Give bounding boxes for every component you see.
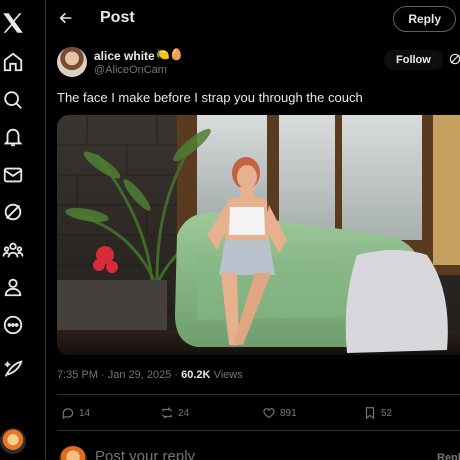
messages-icon[interactable] xyxy=(0,162,26,188)
notifications-icon[interactable] xyxy=(0,124,26,150)
views-label: Views xyxy=(213,369,243,381)
home-icon[interactable] xyxy=(0,49,26,75)
post-text: The face I make before I strap you throu… xyxy=(57,90,363,105)
repost-icon xyxy=(161,407,173,419)
author-handle[interactable]: @AliceOnCam xyxy=(94,64,167,76)
left-sidebar xyxy=(0,0,46,460)
author-name[interactable]: alice white xyxy=(94,49,155,63)
divider xyxy=(57,430,460,431)
meta-separator: · xyxy=(171,369,182,381)
bookmark-count: 52 xyxy=(381,407,393,419)
post-compose-icon[interactable] xyxy=(0,356,26,382)
heart-icon xyxy=(263,408,275,419)
explore-icon[interactable] xyxy=(0,87,26,113)
more-icon[interactable] xyxy=(0,312,26,338)
profile-icon[interactable] xyxy=(0,274,26,300)
composer-avatar xyxy=(59,446,87,460)
account-avatar[interactable] xyxy=(0,428,26,454)
post-meta: 7:35 PM · Jan 29, 2025 · 60.2K Views xyxy=(57,369,243,381)
post-header: Post Reply xyxy=(46,0,460,38)
author-avatar[interactable] xyxy=(57,47,87,77)
post-timestamp[interactable]: 7:35 PM · Jan 29, 2025 xyxy=(57,369,171,381)
like-action[interactable]: 891 xyxy=(262,404,297,422)
reply-icon xyxy=(62,408,74,420)
page-title: Post xyxy=(100,9,135,26)
repost-action[interactable]: 24 xyxy=(160,404,189,422)
like-count: 891 xyxy=(280,407,297,419)
grok-icon[interactable] xyxy=(0,199,26,225)
divider xyxy=(57,394,460,395)
reply-header-button[interactable]: Reply xyxy=(393,6,456,32)
reply-submit-button[interactable]: Reply xyxy=(437,452,460,460)
communities-icon[interactable] xyxy=(0,237,26,263)
back-arrow-icon[interactable] xyxy=(56,8,76,28)
reply-input[interactable]: Post your reply xyxy=(95,448,195,460)
author-emoji: 🍋🥚 xyxy=(156,49,184,61)
post-media-image[interactable] xyxy=(57,115,460,355)
reply-action[interactable]: 14 xyxy=(61,404,90,422)
bookmark-action[interactable]: 52 xyxy=(363,404,392,422)
repost-count: 24 xyxy=(178,407,190,419)
grok-explain-icon[interactable] xyxy=(448,52,460,66)
reply-count: 14 xyxy=(79,407,91,419)
views-count: 60.2K xyxy=(181,369,211,381)
x-logo-icon[interactable] xyxy=(0,10,26,36)
follow-button[interactable]: Follow xyxy=(384,50,443,70)
bookmark-icon xyxy=(365,407,375,420)
